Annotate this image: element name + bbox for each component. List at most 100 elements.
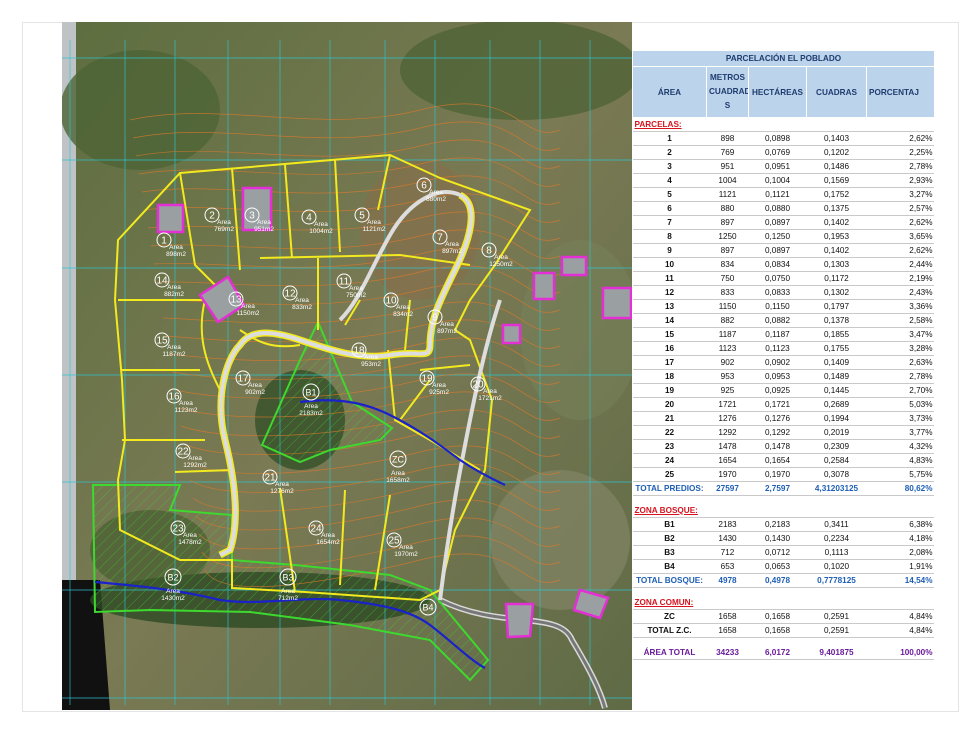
lot-area-value: 1187m2 xyxy=(162,351,185,358)
table-row: 11 750 0,0750 0,1172 2,19% xyxy=(632,271,934,286)
zone-code: B2 xyxy=(167,573,178,583)
zone-area-label: Area xyxy=(166,588,180,595)
col-header-area: ÁREA xyxy=(632,66,707,118)
lot-number: 5 xyxy=(359,211,365,222)
table-row-cell-2: 0,0897 xyxy=(748,215,807,230)
lot-area-label: Area xyxy=(399,544,413,551)
area-total-row-cell-4: 100,00% xyxy=(866,646,934,660)
lot-area-label: Area xyxy=(183,532,197,539)
section-bosque-label: ZONA BOSQUE: xyxy=(632,504,934,518)
lot-area-value: 1654m2 xyxy=(316,539,340,546)
table-row-cell-1: 1292 xyxy=(706,425,749,440)
table-row-cell-3: 0,1489 xyxy=(806,369,867,384)
table-title: PARCELACIÓN EL POBLADO xyxy=(632,50,934,67)
lot-area-value: 1292m2 xyxy=(183,462,207,469)
table-row-cell-2: 0,1123 xyxy=(748,341,807,356)
table-row: 21 1276 0,1276 0,1994 3,73% xyxy=(632,411,934,426)
table-row-cell-1: 1004 xyxy=(706,173,749,188)
lot-area-label: Area xyxy=(217,219,231,226)
table-row-cell-0: 4 xyxy=(632,173,707,188)
table-row: 15 1187 0,1187 0,1855 3,47% xyxy=(632,327,934,342)
zone-area-value: 1658m2 xyxy=(386,477,410,484)
table-row-cell-4: 2,58% xyxy=(866,313,934,328)
zone-area-value: 1430m2 xyxy=(161,595,185,602)
lot-area-label: Area xyxy=(396,304,410,311)
table-row-cell-0: 23 xyxy=(632,439,707,454)
building-8 xyxy=(504,602,535,639)
table-row-cell-0: 20 xyxy=(632,397,707,412)
table-row-cell-4: 3,65% xyxy=(866,229,934,244)
zone-area-label: Area xyxy=(281,588,295,595)
lot-area-value: 834m2 xyxy=(393,311,413,318)
table-row-cell-4: 5,75% xyxy=(866,467,934,482)
table-row: 20 1721 0,1721 0,2689 5,03% xyxy=(632,397,934,412)
table-row-cell-2: 0,0750 xyxy=(748,271,807,286)
table-row-cell-4: 2,57% xyxy=(866,201,934,216)
table-row-cell-3: 0,2019 xyxy=(806,425,867,440)
total-predios-row-cell-2: 2,7597 xyxy=(748,481,807,496)
parcel-table: PARCELACIÓN EL POBLADO ÁREA METROS CUADR… xyxy=(632,50,934,660)
table-row-cell-2: 0,0712 xyxy=(748,545,807,560)
table-row: 3 951 0,0951 0,1486 2,78% xyxy=(632,159,934,174)
lot-area-value: 833m2 xyxy=(292,304,312,311)
table-row-cell-0: 18 xyxy=(632,369,707,384)
table-row-cell-4: 2,62% xyxy=(866,131,934,146)
table-row-cell-0: 21 xyxy=(632,411,707,426)
table-row-cell-3: 0,1172 xyxy=(806,271,867,286)
col-header-m2: METROS CUADRADO S xyxy=(706,66,749,118)
area-total-row-cell-3: 9,401875 xyxy=(806,646,867,660)
table-row: ZC 1658 0,1658 0,2591 4,84% xyxy=(632,609,934,624)
spacer-3 xyxy=(633,638,935,647)
table-row-cell-3: 0,1020 xyxy=(806,559,867,574)
table-row-cell-4: 4,32% xyxy=(866,439,934,454)
table-row: 10 834 0,0834 0,1303 2,44% xyxy=(632,257,934,272)
total-zc-row-cell-0: TOTAL Z.C. xyxy=(632,623,707,638)
table-row-cell-2: 0,0833 xyxy=(748,285,807,300)
table-row-cell-0: 19 xyxy=(632,383,707,398)
table-row-cell-0: 13 xyxy=(632,299,707,314)
table-row-cell-4: 3,77% xyxy=(866,425,934,440)
table-row-cell-4: 2,62% xyxy=(866,215,934,230)
section-parcelas: PARCELAS: xyxy=(632,117,934,132)
lot-area-label: Area xyxy=(429,189,443,196)
lot-area-value: 1478m2 xyxy=(178,539,202,546)
table-title-row: PARCELACIÓN EL POBLADO xyxy=(632,50,934,67)
table-row-cell-1: 880 xyxy=(706,201,749,216)
table-row-cell-3: 0,1855 xyxy=(806,327,867,342)
spacer-1 xyxy=(633,496,935,505)
table-row-cell-3: 0,2234 xyxy=(806,531,867,546)
table-row-cell-1: 1276 xyxy=(706,411,749,426)
lot-area-value: 953m2 xyxy=(361,361,381,368)
table-row-cell-3: 0,1569 xyxy=(806,173,867,188)
lot-area-label: Area xyxy=(188,455,202,462)
table-row-cell-4: 3,47% xyxy=(866,327,934,342)
lot-area-value: 902m2 xyxy=(245,389,265,396)
lot-area-value: 1004m2 xyxy=(309,228,333,235)
table-row-cell-0: 17 xyxy=(632,355,707,370)
table-row-cell-1: 653 xyxy=(706,559,749,574)
table-row: 23 1478 0,1478 0,2309 4,32% xyxy=(632,439,934,454)
table-row-cell-3: 0,1402 xyxy=(806,215,867,230)
table-row: 24 1654 0,1654 0,2584 4,83% xyxy=(632,453,934,468)
total-zc-row-cell-4: 4,84% xyxy=(866,623,934,638)
table-row-cell-1: 1430 xyxy=(706,531,749,546)
lot-area-value: 750m2 xyxy=(346,292,366,299)
lot-area-value: 898m2 xyxy=(166,251,186,258)
table-row-cell-2: 0,0925 xyxy=(748,383,807,398)
table-row-cell-3: 0,1752 xyxy=(806,187,867,202)
table-row-cell-1: 897 xyxy=(706,215,749,230)
table-row-cell-2: 0,2183 xyxy=(748,517,807,532)
table-row-cell-1: 769 xyxy=(706,145,749,160)
table-row-cell-0: 15 xyxy=(632,327,707,342)
table-row: 17 902 0,0902 0,1409 2,63% xyxy=(632,355,934,370)
lot-number: 8 xyxy=(486,246,492,257)
building-6 xyxy=(601,286,632,320)
table-row-cell-3: 0,1409 xyxy=(806,355,867,370)
total-predios-row-cell-0: TOTAL PREDIOS: xyxy=(632,481,707,496)
table-row-cell-2: 0,1187 xyxy=(748,327,807,342)
zone-area-value: 2183m2 xyxy=(299,410,323,417)
lot-area-label: Area xyxy=(241,303,255,310)
table-row-cell-1: 951 xyxy=(706,159,749,174)
table-header-row: ÁREA METROS CUADRADO S HECTÁREAS CUADRAS… xyxy=(632,66,934,118)
lot-number: 2 xyxy=(209,211,215,222)
